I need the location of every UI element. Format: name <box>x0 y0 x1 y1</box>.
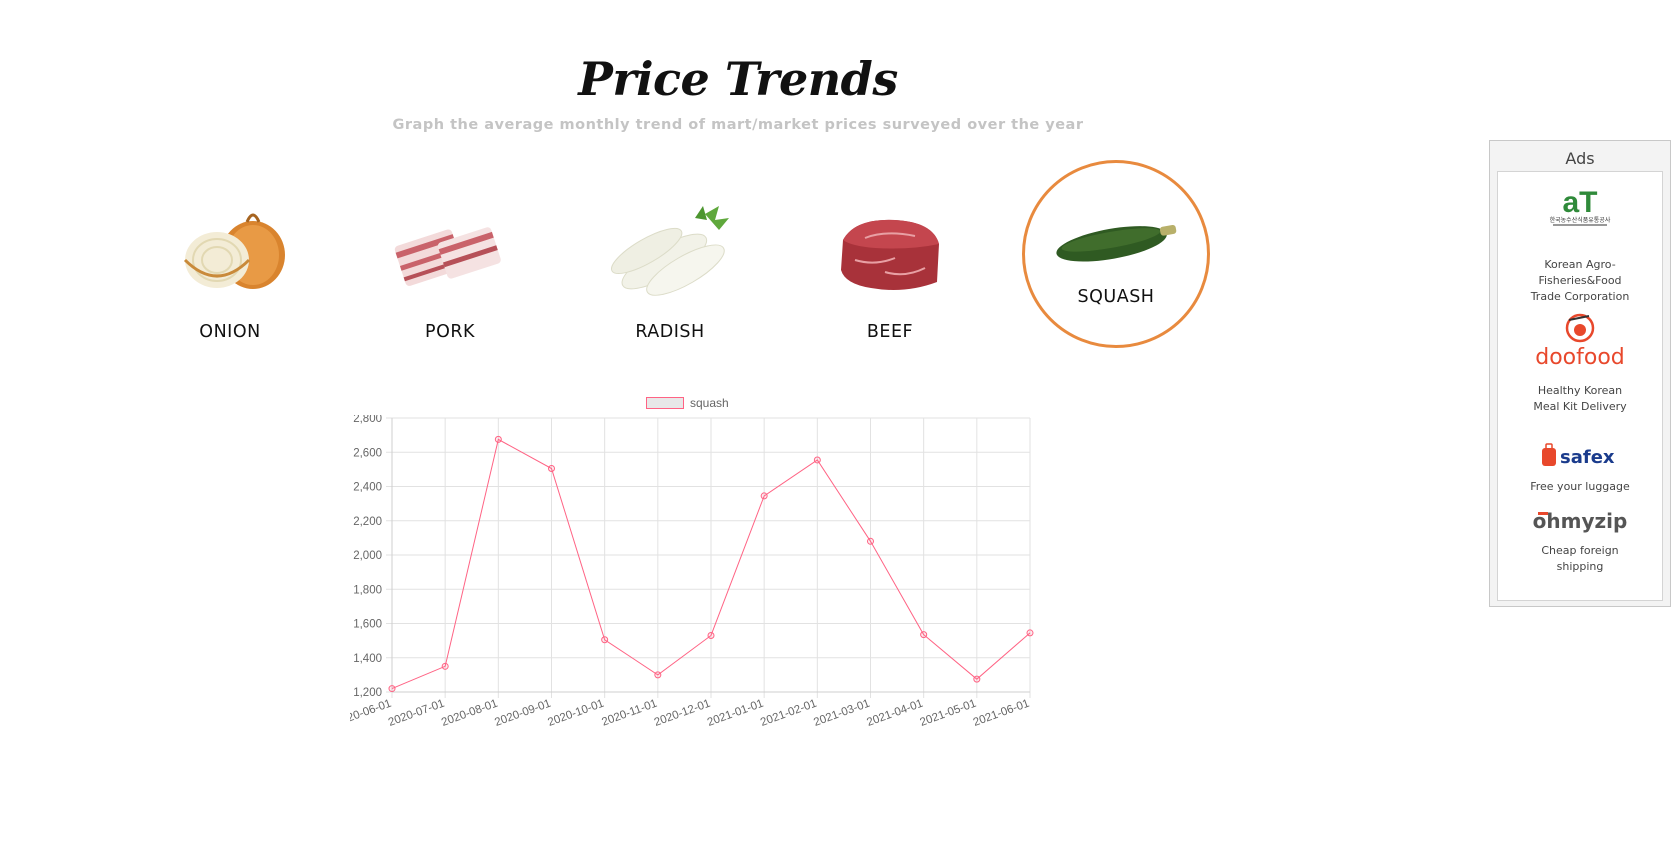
ads-title: Ads <box>1565 149 1595 168</box>
onion-icon <box>183 213 285 289</box>
ohmyzip-logo: ohmyzip <box>1533 509 1628 533</box>
ad-text-line: Fisheries&Food <box>1538 274 1622 287</box>
at-logo: aT 한국농수산식품유통공사 <box>1550 186 1611 226</box>
ad-ohmyzip[interactable]: ohmyzip Cheap foreign shipping <box>1498 506 1662 575</box>
doofood-logo-text: doofood <box>1535 345 1625 370</box>
ad-text-line: Healthy Korean <box>1537 384 1623 397</box>
data-point <box>494 435 502 443</box>
x-tick-label: 2021-04-01 <box>865 698 924 729</box>
squash-icon <box>1056 224 1177 262</box>
ads-panel: Ads aT 한국농수산식품유통공사 Korean Agro- Fisherie… <box>1489 140 1671 607</box>
y-tick-label: 1,400 <box>353 653 382 665</box>
y-tick-label: 2,600 <box>353 447 382 459</box>
x-tick-label: 2020-10-01 <box>546 698 605 729</box>
safex-logo: safex <box>1542 443 1615 468</box>
x-tick-label: 2020-11-01 <box>600 698 659 729</box>
radish-icon <box>611 206 729 296</box>
x-tick-label: 2020-09-01 <box>493 698 552 729</box>
x-tick-label: 2021-02-01 <box>759 698 818 729</box>
product-pork[interactable]: PORK <box>350 200 550 342</box>
ad-text-line: shipping <box>1556 560 1604 573</box>
y-tick-label: 2,000 <box>353 550 382 562</box>
page-title: Price Trends <box>578 52 898 106</box>
product-label: SQUASH <box>1077 287 1155 307</box>
ad-text-line: Free your luggage <box>1530 480 1630 493</box>
data-point <box>1026 629 1034 637</box>
ad-text-line: Meal Kit Delivery <box>1533 400 1627 413</box>
chart-legend[interactable]: squash <box>646 396 729 410</box>
data-point <box>654 671 662 679</box>
data-point <box>601 636 609 644</box>
y-tick-label: 1,800 <box>353 584 382 596</box>
product-label: PORK <box>425 322 475 342</box>
x-tick-label: 2020-12-01 <box>653 698 712 729</box>
x-tick-label: 2021-06-01 <box>972 698 1031 729</box>
x-tick-label: 2021-01-01 <box>706 698 765 729</box>
y-tick-label: 2,400 <box>353 482 382 494</box>
x-tick-label: 2020-06-01 <box>350 698 393 729</box>
product-label: BEEF <box>866 322 914 342</box>
y-tick-label: 1,200 <box>353 687 382 699</box>
x-tick-label: 2020-08-01 <box>440 698 499 729</box>
ad-text-line: Korean Agro- <box>1544 258 1616 271</box>
ad-text-line: Trade Corporation <box>1530 290 1630 303</box>
data-point <box>813 456 821 464</box>
data-point <box>548 465 555 473</box>
at-logo-text: aT <box>1562 186 1597 219</box>
product-squash[interactable]: SQUASH <box>1022 160 1210 348</box>
data-point <box>441 662 449 670</box>
data-point <box>760 492 768 500</box>
x-tick-label: 2021-05-01 <box>918 698 977 729</box>
legend-label: squash <box>690 396 729 410</box>
ads-list: aT 한국농수산식품유통공사 Korean Agro- Fisheries&Fo… <box>1497 171 1663 601</box>
pork-icon <box>394 227 501 286</box>
price-chart: 1,200 1,400 1,600 1,800 2,000 2,200 2,400 2,600… <box>334 413 1050 750</box>
data-point <box>920 631 928 639</box>
data-point <box>867 537 874 545</box>
beef-icon <box>841 219 939 290</box>
ad-doofood[interactable]: doofood Healthy Korean Meal Kit Delivery <box>1498 312 1662 415</box>
ad-at[interactable]: aT 한국농수산식품유통공사 Korean Agro- Fisheries&Fo… <box>1498 184 1662 305</box>
y-tick-label: 1,600 <box>353 619 382 631</box>
doofood-logo: doofood <box>1535 313 1625 370</box>
x-tick-label: 2020-07-01 <box>387 698 446 729</box>
product-beef[interactable]: BEEF <box>790 200 990 342</box>
data-point <box>707 631 715 639</box>
legend-swatch <box>646 397 684 409</box>
y-tick-label: 2,800 <box>353 415 382 425</box>
x-tick-label: 2021-03-01 <box>812 698 871 729</box>
at-logo-subtext: 한국농수산식품유통공사 <box>1550 216 1611 224</box>
product-onion[interactable]: ONION <box>130 200 330 342</box>
product-label: ONION <box>199 322 261 342</box>
page-subtitle: Graph the average monthly trend of mart/… <box>392 117 1084 133</box>
data-point <box>973 675 981 683</box>
ad-text-line: Cheap foreign <box>1541 544 1619 557</box>
price-chart-svg: 1,200 1,400 1,600 1,800 2,000 2,200 2,400 2,600… <box>334 413 1034 729</box>
safex-logo-text: safex <box>1560 447 1615 468</box>
data-point <box>388 685 396 693</box>
y-tick-label: 2,200 <box>353 516 382 528</box>
product-label: RADISH <box>635 322 705 342</box>
product-radish[interactable]: RADISH <box>570 200 770 342</box>
ad-safex[interactable]: safex Free your luggage <box>1498 442 1662 495</box>
